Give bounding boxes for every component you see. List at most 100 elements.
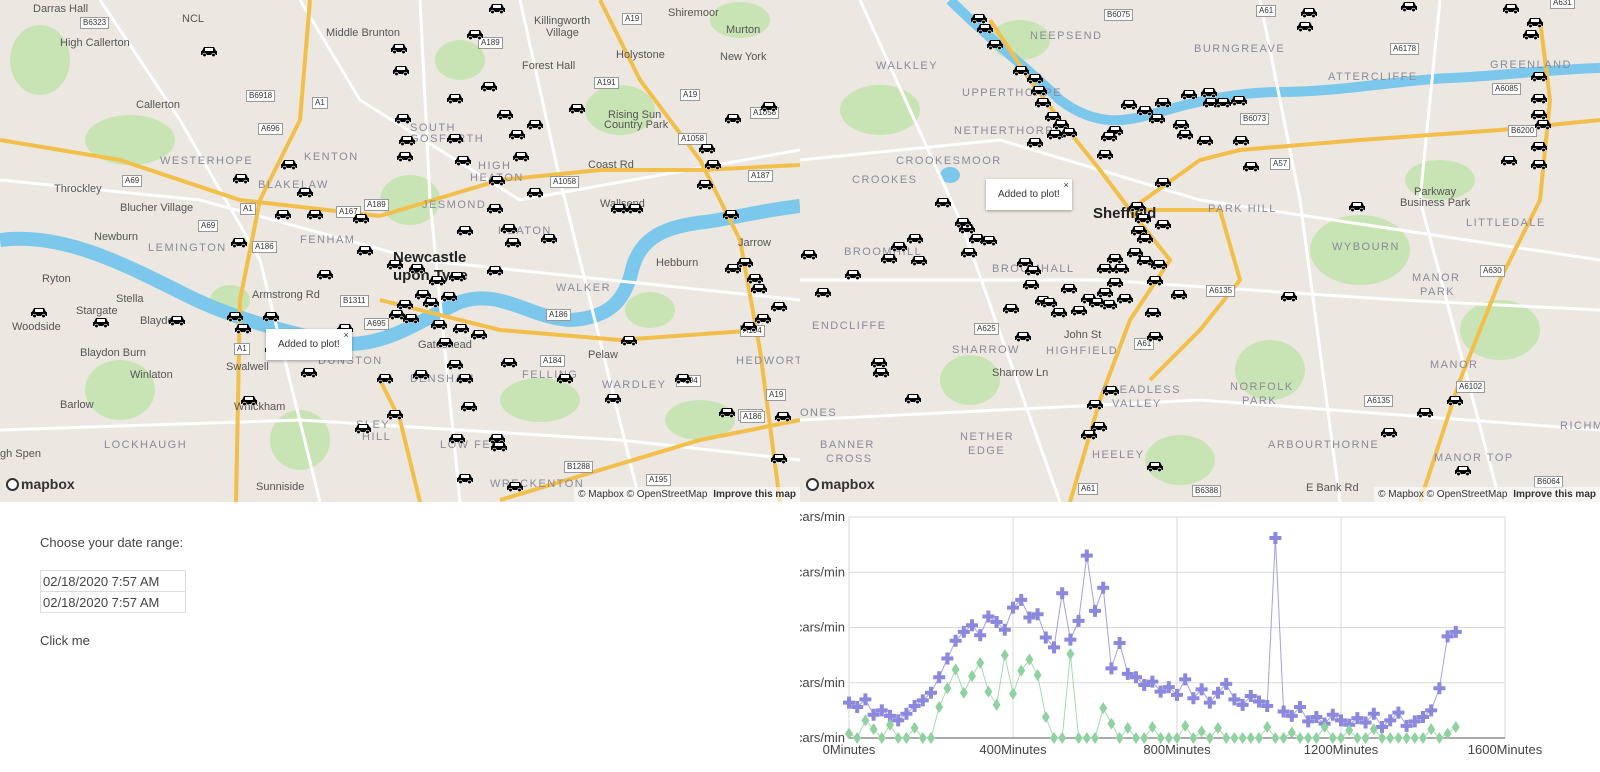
car-icon[interactable] [504, 236, 522, 248]
car-icon[interactable] [168, 314, 186, 326]
attribution-text[interactable]: © Mapbox © OpenStreetMap [578, 489, 707, 500]
car-icon[interactable] [1416, 406, 1434, 418]
car-icon[interactable] [486, 202, 504, 214]
car-icon[interactable] [718, 406, 736, 418]
car-icon[interactable] [1348, 200, 1366, 212]
car-icon[interactable] [1300, 6, 1318, 18]
car-icon[interactable] [480, 80, 498, 92]
car-icon[interactable] [698, 142, 716, 154]
car-icon[interactable] [390, 42, 408, 54]
car-icon[interactable] [300, 366, 318, 378]
car-icon[interactable] [1100, 130, 1118, 142]
car-icon[interactable] [1026, 72, 1044, 84]
car-icon[interactable] [234, 322, 252, 334]
car-icon[interactable] [488, 2, 506, 14]
car-icon[interactable] [736, 256, 754, 268]
improve-map-link[interactable]: Improve this map [1513, 489, 1596, 500]
car-icon[interactable] [456, 224, 474, 236]
car-icon[interactable] [200, 45, 218, 57]
car-icon[interactable] [1002, 302, 1020, 314]
car-icon[interactable] [226, 310, 244, 322]
car-icon[interactable] [526, 186, 544, 198]
car-icon[interactable] [440, 290, 458, 302]
car-icon[interactable] [392, 64, 410, 76]
car-icon[interactable] [1446, 394, 1464, 406]
car-icon[interactable] [394, 112, 412, 124]
car-icon[interactable] [960, 246, 978, 258]
car-icon[interactable] [396, 150, 414, 162]
car-icon[interactable] [452, 322, 470, 334]
car-icon[interactable] [296, 186, 314, 198]
car-icon[interactable] [1454, 464, 1472, 476]
car-icon[interactable] [1296, 20, 1314, 32]
car-icon[interactable] [454, 154, 472, 166]
car-icon[interactable] [746, 272, 764, 284]
car-icon[interactable] [262, 310, 280, 322]
car-icon[interactable] [1232, 134, 1250, 146]
car-icon[interactable] [1400, 0, 1418, 12]
popup-close-icon[interactable]: × [1063, 180, 1068, 190]
car-icon[interactable] [488, 174, 506, 186]
car-icon[interactable] [1014, 330, 1032, 342]
car-icon[interactable] [976, 22, 994, 34]
car-icon[interactable] [356, 244, 374, 256]
car-icon[interactable] [1144, 306, 1162, 318]
car-icon[interactable] [704, 158, 722, 170]
car-icon[interactable] [1086, 398, 1104, 410]
car-icon[interactable] [446, 132, 464, 144]
car-icon[interactable] [1530, 70, 1548, 82]
car-icon[interactable] [1534, 118, 1552, 130]
car-icon[interactable] [872, 366, 890, 378]
map-sheffield[interactable]: Sheffield Parkway Business Park John St Shar… [800, 0, 1600, 502]
car-icon[interactable] [1522, 28, 1540, 40]
car-icon[interactable] [496, 108, 514, 120]
car-icon[interactable] [986, 38, 1004, 50]
car-icon[interactable] [1148, 112, 1166, 124]
car-icon[interactable] [626, 202, 644, 214]
car-icon[interactable] [1242, 160, 1260, 172]
car-icon[interactable] [568, 102, 586, 114]
car-icon[interactable] [1154, 176, 1172, 188]
car-icon[interactable] [604, 392, 622, 404]
car-icon[interactable] [1196, 134, 1214, 146]
mapbox-logo[interactable]: mapbox [6, 476, 75, 492]
car-icon[interactable] [1502, 2, 1520, 14]
car-icon[interactable] [1030, 84, 1048, 96]
car-icon[interactable] [1530, 158, 1548, 170]
car-icon[interactable] [512, 150, 530, 162]
attribution-text[interactable]: © Mapbox © OpenStreetMap [1378, 489, 1507, 500]
end-date-input[interactable] [40, 592, 186, 613]
car-icon[interactable] [1150, 258, 1168, 270]
car-icon[interactable] [1380, 426, 1398, 438]
car-icon[interactable] [770, 300, 788, 312]
car-icon[interactable] [430, 318, 448, 330]
car-icon[interactable] [500, 222, 518, 234]
click-me-button[interactable]: Click me [40, 633, 90, 648]
car-icon[interactable] [1526, 16, 1544, 28]
car-icon[interactable] [1088, 296, 1106, 308]
car-icon[interactable] [436, 336, 454, 348]
car-icon[interactable] [490, 440, 508, 452]
car-icon[interactable] [1060, 126, 1078, 138]
car-icon[interactable] [1154, 218, 1172, 230]
car-icon[interactable] [724, 112, 742, 124]
car-icon[interactable] [770, 452, 788, 464]
car-icon[interactable] [408, 262, 426, 274]
car-icon[interactable] [1146, 274, 1164, 286]
car-icon[interactable] [774, 410, 792, 422]
car-icon[interactable] [1530, 140, 1548, 152]
map-newcastle[interactable]: Newcastle upon Tyne Darras Hall NCL High Cal… [0, 0, 800, 502]
car-icon[interactable] [800, 248, 818, 260]
car-icon[interactable] [760, 100, 778, 112]
car-icon[interactable] [1050, 306, 1068, 318]
car-icon[interactable] [508, 128, 526, 140]
car-icon[interactable] [1180, 88, 1198, 100]
popup-close-icon[interactable]: × [343, 330, 348, 340]
car-icon[interactable] [30, 306, 48, 318]
car-icon[interactable] [1022, 278, 1040, 290]
car-icon[interactable] [240, 394, 258, 406]
car-icon[interactable] [352, 212, 370, 224]
car-icon[interactable] [386, 408, 404, 420]
car-icon[interactable] [428, 274, 446, 286]
car-icon[interactable] [398, 134, 416, 146]
